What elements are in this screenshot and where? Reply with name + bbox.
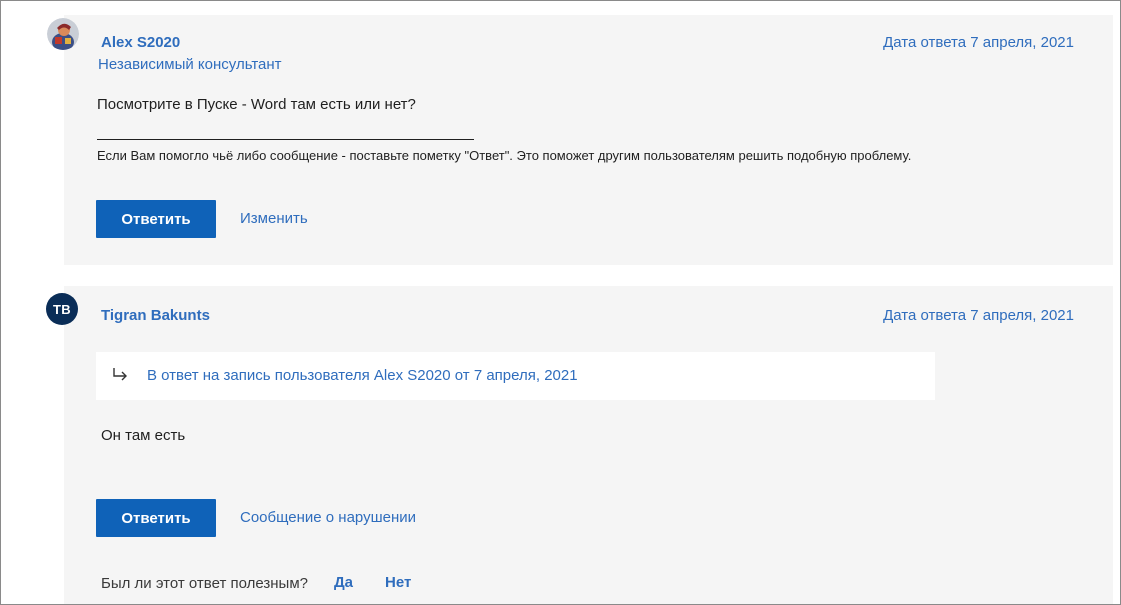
thread-frame: Alex S2020 Независимый консультант Дата … bbox=[0, 0, 1121, 605]
author-role: Независимый консультант bbox=[98, 56, 282, 73]
post-date[interactable]: Дата ответа 7 апреля, 2021 bbox=[883, 307, 1074, 324]
signature-divider bbox=[97, 139, 474, 140]
author-name[interactable]: Tigran Bakunts bbox=[101, 307, 210, 324]
user-avatar-image bbox=[47, 18, 79, 50]
edit-link[interactable]: Изменить bbox=[240, 210, 308, 227]
helpful-question: Был ли этот ответ полезным? bbox=[101, 575, 308, 592]
post-date[interactable]: Дата ответа 7 апреля, 2021 bbox=[883, 34, 1074, 51]
report-abuse-link[interactable]: Сообщение о нарушении bbox=[240, 509, 416, 526]
avatar-initials: TB bbox=[53, 301, 71, 317]
reply-arrow-icon bbox=[113, 368, 127, 381]
helpful-no-button[interactable]: Нет bbox=[385, 574, 411, 591]
post-text: Посмотрите в Пуске - Word там есть или н… bbox=[97, 96, 416, 113]
author-name[interactable]: Alex S2020 bbox=[101, 34, 180, 51]
post-text: Он там есть bbox=[101, 427, 186, 444]
post-card: Tigran Bakunts Дата ответа 7 апреля, 202… bbox=[64, 286, 1113, 604]
reply-quote[interactable]: В ответ на запись пользователя Alex S202… bbox=[96, 352, 935, 400]
avatar[interactable] bbox=[47, 18, 79, 50]
quote-link[interactable]: В ответ на запись пользователя Alex S202… bbox=[147, 367, 578, 384]
avatar[interactable]: TB bbox=[46, 293, 78, 325]
reply-button[interactable]: Ответить bbox=[96, 499, 216, 537]
signature-text: Если Вам помогло чьё либо сообщение - по… bbox=[97, 148, 912, 163]
post-card: Alex S2020 Независимый консультант Дата … bbox=[64, 15, 1113, 265]
reply-button[interactable]: Ответить bbox=[96, 200, 216, 238]
helpful-yes-button[interactable]: Да bbox=[334, 574, 353, 591]
